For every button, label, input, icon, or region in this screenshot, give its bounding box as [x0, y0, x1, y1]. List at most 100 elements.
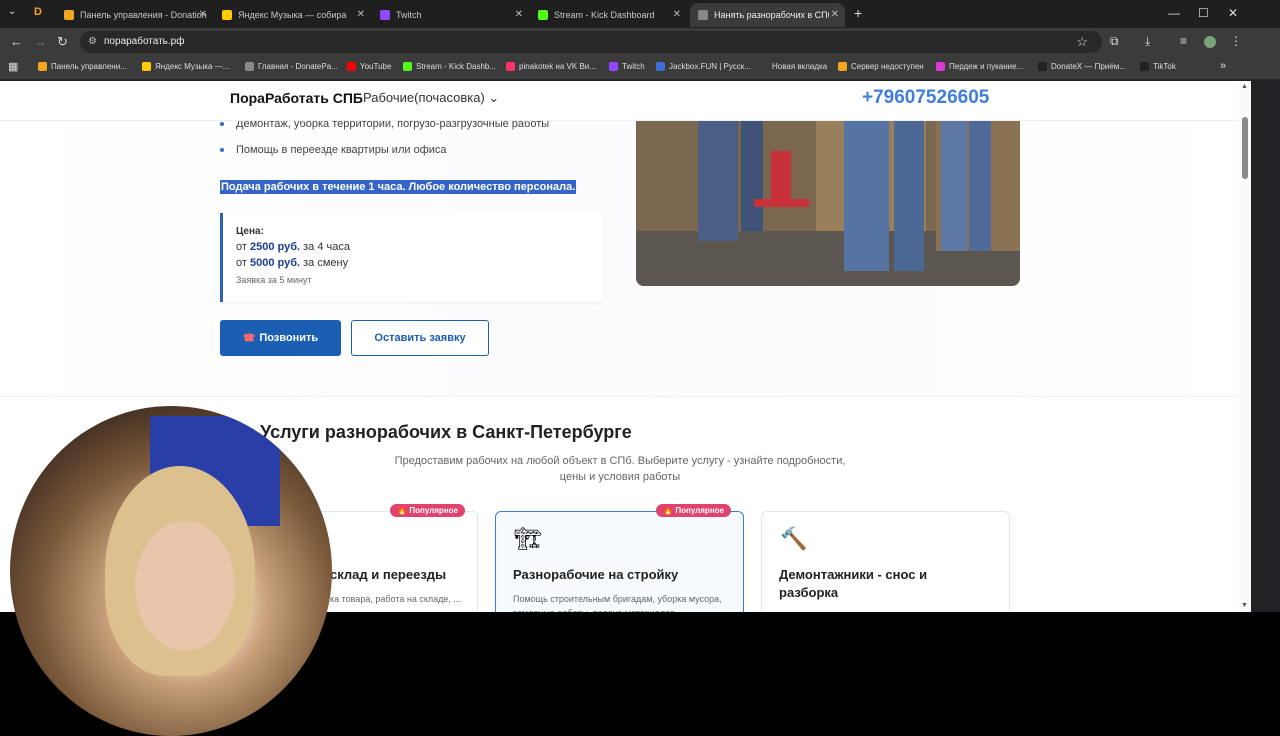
- header-phone-link[interactable]: +79607526605: [862, 87, 989, 109]
- webcam-overlay: [10, 406, 332, 736]
- menu-icon[interactable]: ⋮: [1230, 34, 1242, 48]
- selected-highlight-text: Подача рабочих в течение 1 часа. Любое к…: [220, 180, 577, 194]
- nav-dropdown-workers[interactable]: Рабочие(почасовка) ⌄: [363, 90, 499, 106]
- bookmark-6[interactable]: Twitch: [609, 62, 645, 71]
- price-row-shift: от 5000 руб. за смену: [236, 257, 348, 269]
- close-icon[interactable]: ✕: [673, 9, 681, 20]
- bookmark-5[interactable]: pinakotek на VK Ви...: [506, 62, 596, 71]
- close-icon[interactable]: ✕: [515, 9, 523, 20]
- tab-label: Яндекс Музыка — собира: [238, 10, 347, 20]
- address-bar[interactable]: ⚙ порaработать.рф ☆: [80, 31, 1102, 53]
- bookmark-label: Пердеж и пукание...: [949, 62, 1024, 71]
- forward-icon[interactable]: →: [34, 34, 47, 49]
- close-icon[interactable]: ✕: [357, 9, 365, 20]
- bookmark-0[interactable]: Панель управлени...: [38, 62, 127, 71]
- brand-logo-text[interactable]: ПораРаботать СПБ: [230, 90, 363, 106]
- price-value: 5000 руб.: [249, 257, 301, 269]
- close-icon[interactable]: ✕: [831, 9, 839, 20]
- apps-icon[interactable]: ▦: [8, 60, 18, 73]
- media-icon[interactable]: ≡: [1180, 34, 1187, 48]
- downloads-icon[interactable]: ⤓: [1145, 34, 1150, 49]
- tab-1[interactable]: Яндекс Музыка — собира ✕: [216, 3, 371, 27]
- workers-photo: [636, 121, 1020, 286]
- close-window-icon[interactable]: ✕: [1228, 6, 1238, 20]
- scroll-down-icon[interactable]: ▼: [1241, 602, 1248, 609]
- url-text[interactable]: порaработать.рф: [104, 36, 184, 47]
- popular-badge: 🔥 Популярное: [656, 504, 731, 517]
- bookmark-8[interactable]: Новая вкладка: [772, 62, 827, 71]
- bookmark-favicon: [403, 62, 412, 71]
- services-subtitle: Предоставим рабочих на любой объект в СП…: [394, 455, 846, 483]
- tab-3[interactable]: Stream - Kick Dashboard ✕: [532, 3, 687, 27]
- site-info-icon[interactable]: ⚙: [88, 36, 97, 47]
- service-card-demolition[interactable]: 🔨 Демонтажники - снос и разборка: [761, 511, 1010, 612]
- bookmark-favicon: [838, 62, 847, 71]
- bookmark-label: Новая вкладка: [772, 62, 828, 71]
- price-prefix: от: [236, 257, 247, 269]
- tab-label: Панель управления - Donation: [80, 10, 207, 20]
- more-bookmarks-icon[interactable]: »: [1220, 60, 1226, 72]
- tab-strip: ⌄ D Панель управления - Donation ✕ Яндекс…: [0, 0, 1280, 28]
- bookmark-9[interactable]: Сервер недоступен: [838, 62, 924, 71]
- hammer-icon: 🔨: [780, 526, 808, 551]
- bookmark-11[interactable]: DonateX — Приём...: [1038, 62, 1126, 71]
- bookmark-7[interactable]: Jackbox.FUN | Русск...: [656, 62, 751, 71]
- bookmark-label: Twitch: [622, 62, 645, 71]
- webcam-person-face: [135, 521, 235, 651]
- page-scrollbar[interactable]: ▲ ▼: [1239, 81, 1251, 612]
- bookmark-star-icon[interactable]: ☆: [1076, 34, 1088, 50]
- pinned-tab-icon[interactable]: D: [34, 6, 42, 18]
- tab-0[interactable]: Панель управления - Donation ✕: [58, 3, 213, 27]
- list-item: Помощь в переезде квартиры или офиса: [220, 144, 447, 156]
- bookmark-10[interactable]: Пердеж и пукание...: [936, 62, 1023, 71]
- tab-label: Stream - Kick Dashboard: [554, 10, 655, 20]
- bookmark-12[interactable]: TikTok: [1140, 62, 1176, 71]
- bookmark-favicon: [245, 62, 254, 71]
- site-header: ПораРаботать СПБ Рабочие(почасовка) ⌄ +7…: [0, 81, 1239, 121]
- price-value: 2500 руб.: [249, 241, 301, 253]
- scrollbar-thumb[interactable]: [1242, 117, 1248, 179]
- price-suffix: за 4 часа: [303, 241, 350, 253]
- tab-favicon: [538, 10, 548, 20]
- bookmark-label: YouTube: [360, 62, 392, 71]
- bookmark-favicon: [506, 62, 515, 71]
- order-button[interactable]: Оставить заявку: [351, 320, 489, 356]
- bookmark-favicon: [1140, 62, 1149, 71]
- bookmark-4[interactable]: Stream - Kick Dashb...: [403, 62, 496, 71]
- service-card-construction[interactable]: 🔥 Популярное 🏗 Разнорабочие на стройку П…: [495, 504, 744, 612]
- bookmark-label: Stream - Kick Dashb...: [416, 62, 497, 71]
- bookmark-label: DonateX — Приём...: [1051, 62, 1126, 71]
- bookmark-label: Jackbox.FUN | Русск...: [669, 62, 751, 71]
- bookmark-favicon: [347, 62, 356, 71]
- bookmark-favicon: [1038, 62, 1047, 71]
- price-prefix: от: [236, 241, 247, 253]
- workers-photo-image: [636, 121, 1020, 286]
- call-button[interactable]: ☎ Позвонить: [220, 320, 341, 356]
- tab-4-active[interactable]: Нанять разнорабочих в СПб с ✕: [690, 3, 845, 27]
- order-button-label: Оставить заявку: [374, 332, 466, 344]
- back-icon[interactable]: ←: [10, 34, 23, 49]
- bullet-icon: [220, 148, 224, 153]
- bookmark-2[interactable]: Главная - DonatePa...: [245, 62, 338, 71]
- services-title: Услуги разнорабочих в Санкт-Петербурге: [260, 422, 632, 442]
- scroll-up-icon[interactable]: ▲: [1241, 83, 1248, 90]
- phone-icon: ☎: [242, 332, 256, 344]
- bookmarks-bar: ▦ Панель управлени... Яндекс Музыка —...…: [0, 56, 1280, 80]
- close-icon[interactable]: ✕: [199, 9, 207, 20]
- crane-icon: 🏗: [514, 526, 542, 551]
- bookmark-favicon: [38, 62, 47, 71]
- bookmark-label: TikTok: [1153, 62, 1176, 71]
- tab-label: Нанять разнорабочих в СПб с: [714, 10, 829, 20]
- maximize-icon[interactable]: ☐: [1198, 6, 1209, 20]
- service-card-title: Разнорабочие на стройку: [513, 567, 679, 582]
- tab-2[interactable]: Twitch ✕: [374, 3, 529, 27]
- minimize-icon[interactable]: —: [1168, 6, 1180, 20]
- profile-avatar[interactable]: [1204, 36, 1216, 48]
- extensions-icon[interactable]: ⧉: [1110, 34, 1119, 49]
- bookmark-1[interactable]: Яндекс Музыка —...: [142, 62, 229, 71]
- tab-search-icon[interactable]: ⌄: [8, 6, 16, 17]
- reload-icon[interactable]: ↻: [57, 34, 68, 50]
- bookmark-3[interactable]: YouTube: [347, 62, 391, 71]
- bookmark-label: Панель управлени...: [51, 62, 127, 71]
- new-tab-button[interactable]: +: [854, 5, 862, 21]
